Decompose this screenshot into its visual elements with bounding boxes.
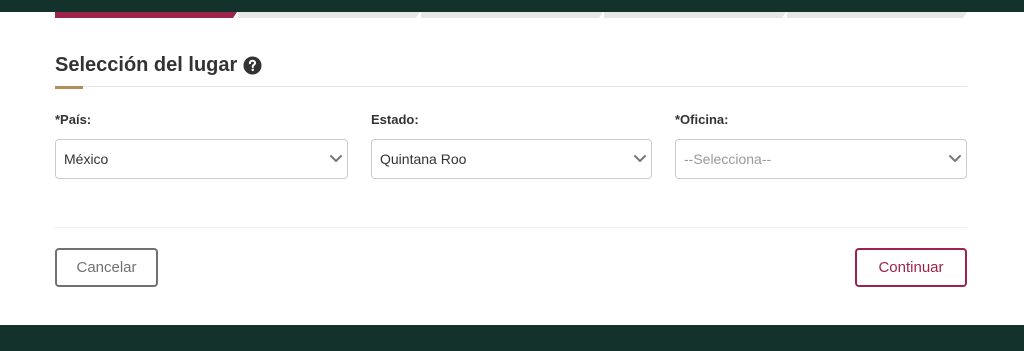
section-divider [55, 86, 967, 87]
pais-label: *País: [55, 112, 92, 127]
progress-step-4 [604, 12, 786, 18]
chevron-down-icon [634, 155, 646, 162]
chevron-down-icon [330, 155, 342, 162]
progress-steps [55, 12, 967, 18]
oficina-select[interactable]: --Selecciona-- [675, 139, 967, 179]
actions-divider [55, 227, 967, 228]
footer-bar [0, 325, 1024, 351]
continue-button[interactable]: Continuar [855, 248, 967, 287]
progress-step-2 [238, 12, 420, 18]
estado-select-value: Quintana Roo [380, 151, 467, 167]
question-circle-icon[interactable] [243, 56, 262, 75]
estado-label: Estado: [371, 112, 419, 127]
section-title-accent [55, 86, 83, 89]
top-header-bar [0, 0, 1024, 12]
section-title: Selección del lugar [55, 54, 238, 76]
progress-step-1 [55, 12, 237, 18]
oficina-select-placeholder: --Selecciona-- [684, 151, 772, 167]
pais-select[interactable]: México [55, 139, 348, 179]
progress-step-5 [787, 12, 967, 18]
progress-step-3 [421, 12, 603, 18]
oficina-label: *Oficina: [675, 112, 729, 127]
chevron-down-icon [949, 155, 961, 162]
estado-select[interactable]: Quintana Roo [371, 139, 652, 179]
pais-select-value: México [64, 151, 109, 167]
cancel-button[interactable]: Cancelar [55, 248, 158, 287]
